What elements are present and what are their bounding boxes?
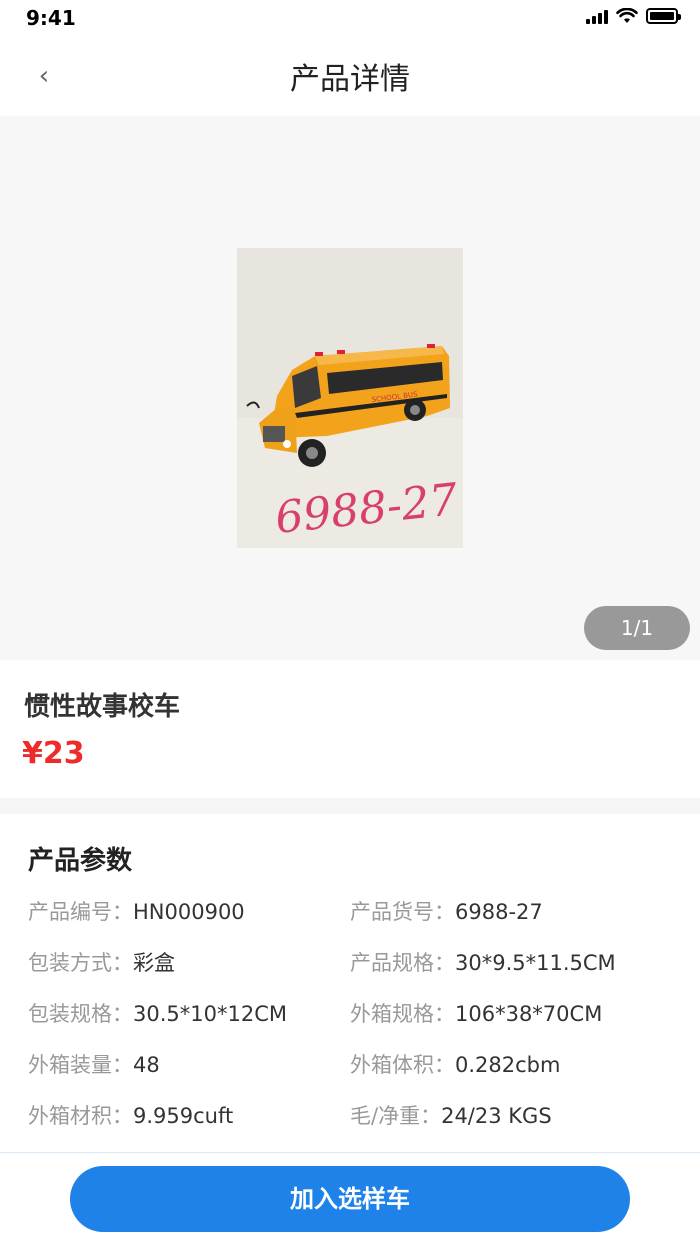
bottom-bar: 加入选样车: [0, 1152, 700, 1244]
param-package-size: 包装规格：30.5*10*12CM: [28, 1002, 287, 1026]
product-params: 产品参数 产品编号：HN000900 产品货号：6988-27 包装方式：彩盒 …: [0, 814, 700, 1154]
param-carton-volume: 外箱体积：0.282cbm: [350, 1053, 561, 1077]
wifi-icon: [616, 8, 638, 23]
param-packing: 包装方式：彩盒: [28, 951, 175, 975]
product-gallery[interactable]: SCHOOL BUS 6988-27 1/1: [0, 116, 700, 660]
page-title: 产品详情: [290, 62, 410, 97]
param-weight: 毛/净重：24/23 KGS: [350, 1104, 552, 1128]
param-carton-qty: 外箱装量：48: [28, 1053, 160, 1077]
signal-icon: [586, 8, 608, 24]
image-pager: 1/1: [584, 606, 690, 650]
product-name: 惯性故事校车: [24, 692, 181, 722]
status-time: 9:41: [26, 6, 76, 30]
param-carton-size: 外箱规格：106*38*70CM: [350, 1002, 603, 1026]
add-to-sample-cart-button[interactable]: 加入选样车: [70, 1166, 630, 1232]
param-product-size: 产品规格：30*9.5*11.5CM: [350, 951, 616, 975]
product-info: 惯性故事校车 ¥23: [0, 660, 700, 798]
product-price: ¥23: [22, 736, 85, 771]
status-bar: 9:41: [0, 0, 700, 36]
battery-icon: [646, 8, 681, 24]
param-item-no: 产品货号：6988-27: [350, 900, 543, 924]
status-icons: [586, 8, 681, 24]
param-carton-cuft: 外箱材积：9.959cuft: [28, 1104, 234, 1128]
nav-bar: ‹ 产品详情: [0, 36, 700, 116]
param-product-no: 产品编号：HN000900: [28, 900, 245, 924]
params-title: 产品参数: [28, 846, 133, 876]
product-image[interactable]: SCHOOL BUS 6988-27: [237, 248, 463, 548]
